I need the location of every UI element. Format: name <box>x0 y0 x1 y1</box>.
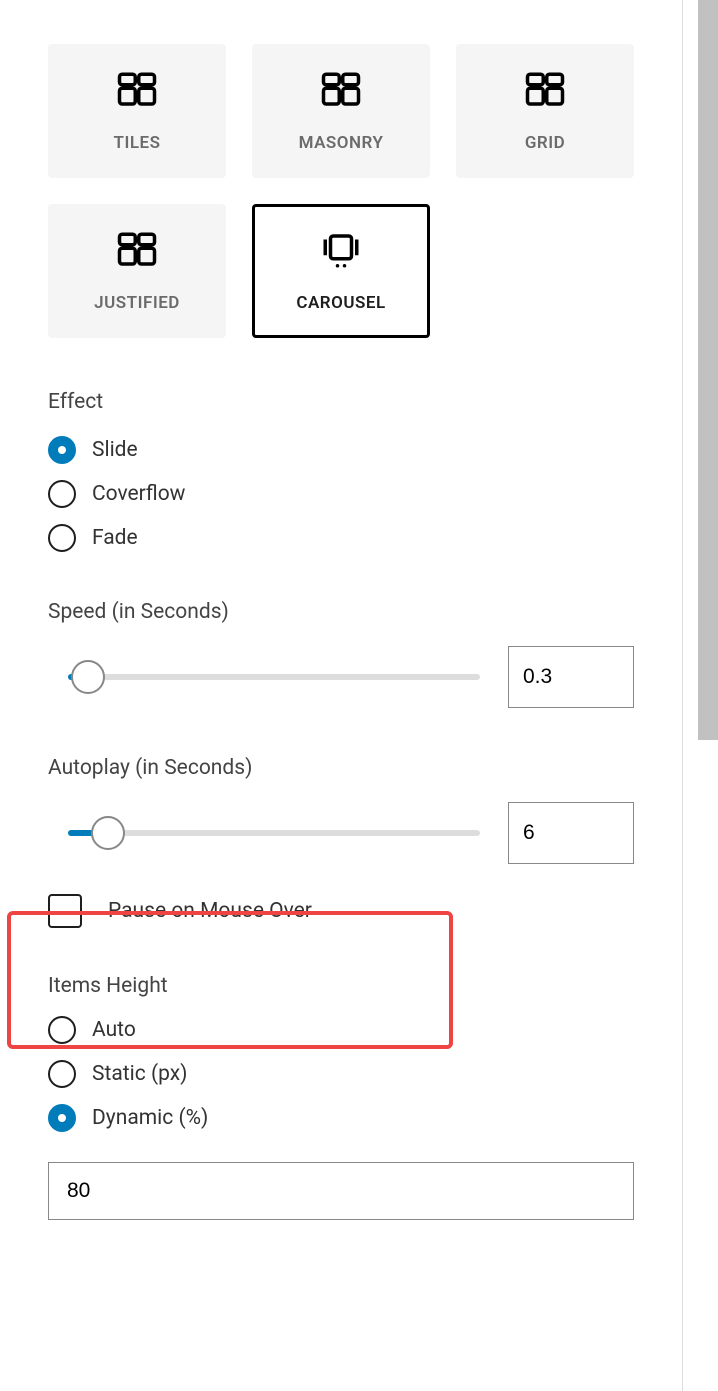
pause-label: Pause on Mouse Over <box>108 899 312 923</box>
radio-label: Dynamic (%) <box>92 1106 208 1130</box>
pause-on-hover-row: Pause on Mouse Over <box>48 864 634 958</box>
effect-option-coverflow[interactable]: Coverflow <box>48 480 634 508</box>
layout-label: CAROUSEL <box>296 293 385 313</box>
autoplay-control <box>48 802 634 864</box>
layout-option-grid[interactable]: GRID <box>456 44 634 178</box>
speed-label: Speed (in Seconds) <box>48 600 634 624</box>
radio-label: Auto <box>92 1018 136 1042</box>
radio-icon <box>48 1104 76 1132</box>
radio-icon <box>48 436 76 464</box>
slider-thumb[interactable] <box>91 816 125 850</box>
effect-option-fade[interactable]: Fade <box>48 524 634 552</box>
layout-label: MASONRY <box>299 133 384 153</box>
autoplay-slider[interactable] <box>68 815 480 851</box>
layout-option-justified[interactable]: JUSTIFIED <box>48 204 226 338</box>
radio-label: Coverflow <box>92 482 185 506</box>
radio-icon <box>48 1016 76 1044</box>
layout-option-tiles[interactable]: TILES <box>48 44 226 178</box>
items-height-input[interactable] <box>48 1162 634 1220</box>
effect-option-slide[interactable]: Slide <box>48 436 634 464</box>
effect-label: Effect <box>48 390 634 414</box>
radio-icon <box>48 1060 76 1088</box>
height-option-static[interactable]: Static (px) <box>48 1060 634 1088</box>
speed-slider[interactable] <box>68 659 480 695</box>
carousel-icon <box>320 229 362 271</box>
masonry-icon <box>320 69 362 111</box>
radio-icon <box>48 524 76 552</box>
height-option-dynamic[interactable]: Dynamic (%) <box>48 1104 634 1132</box>
effect-radio-group: Slide Coverflow Fade <box>48 436 634 552</box>
layout-label: JUSTIFIED <box>94 293 180 313</box>
radio-icon <box>48 480 76 508</box>
layout-option-masonry[interactable]: MASONRY <box>252 44 430 178</box>
layout-chooser: TILES MASONRY GRID <box>48 44 634 338</box>
slider-track <box>68 674 480 680</box>
layout-label: TILES <box>114 133 161 153</box>
layout-option-carousel[interactable]: CAROUSEL <box>252 204 430 338</box>
radio-label: Static (px) <box>92 1062 188 1086</box>
autoplay-label: Autoplay (in Seconds) <box>48 756 634 780</box>
layout-label: GRID <box>525 133 565 153</box>
items-height-label: Items Height <box>48 974 634 998</box>
radio-label: Fade <box>92 526 138 550</box>
slider-thumb[interactable] <box>71 660 105 694</box>
speed-input[interactable] <box>508 646 634 708</box>
slider-track <box>68 830 480 836</box>
autoplay-input[interactable] <box>508 802 634 864</box>
settings-panel: TILES MASONRY GRID <box>0 0 683 1391</box>
items-height-radio-group: Auto Static (px) Dynamic (%) <box>48 1016 634 1132</box>
tiles-icon <box>116 69 158 111</box>
pause-checkbox[interactable] <box>48 894 82 928</box>
radio-label: Slide <box>92 438 138 462</box>
grid-icon <box>524 69 566 111</box>
speed-control <box>48 646 634 708</box>
justified-icon <box>116 229 158 271</box>
height-option-auto[interactable]: Auto <box>48 1016 634 1044</box>
scrollbar[interactable] <box>698 0 718 740</box>
